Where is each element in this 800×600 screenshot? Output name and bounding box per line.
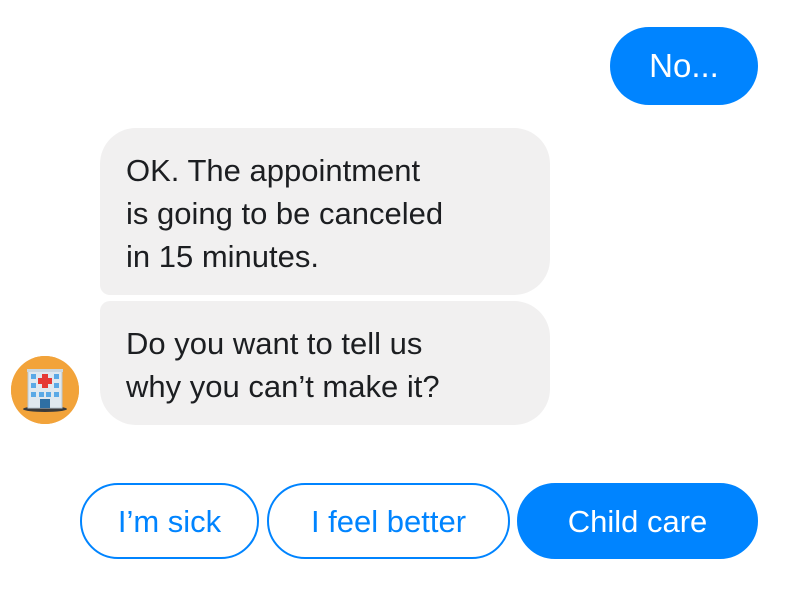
quick-reply-child-care[interactable]: Child care — [517, 483, 758, 559]
quick-reply-im-sick[interactable]: I’m sick — [80, 483, 259, 559]
quick-reply-i-feel-better[interactable]: I feel better — [267, 483, 510, 559]
bot-message-bubble: OK. The appointment is going to be cance… — [100, 128, 550, 295]
bot-message-bubble: Do you want to tell us why you can’t mak… — [100, 301, 550, 425]
bot-avatar — [11, 356, 79, 424]
user-message-bubble: No... — [610, 27, 758, 105]
hospital-icon — [11, 356, 79, 424]
chat-thread: No... OK. The appointment is going to be… — [0, 0, 800, 600]
